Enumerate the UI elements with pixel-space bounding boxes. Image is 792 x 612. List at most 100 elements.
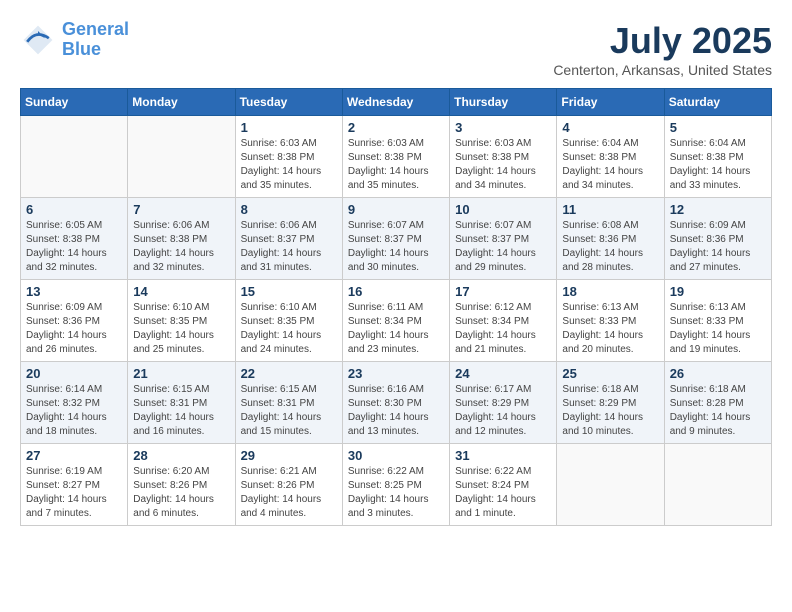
day-number: 15 [241,284,337,299]
table-row [557,444,664,526]
day-info: Sunrise: 6:15 AMSunset: 8:31 PMDaylight:… [241,383,337,439]
day-number: 13 [26,284,122,299]
day-info: Sunrise: 6:12 AMSunset: 8:34 PMDaylight:… [455,301,551,357]
table-row [128,116,235,198]
table-row: 9 Sunrise: 6:07 AMSunset: 8:37 PMDaylight… [342,198,449,280]
table-row: 20 Sunrise: 6:14 AMSunset: 8:32 PMDayligh… [21,362,128,444]
week-row-4: 20 Sunrise: 6:14 AMSunset: 8:32 PMDayligh… [21,362,772,444]
table-row: 16 Sunrise: 6:11 AMSunset: 8:34 PMDayligh… [342,280,449,362]
table-row: 24 Sunrise: 6:17 AMSunset: 8:29 PMDayligh… [450,362,557,444]
calendar: Sunday Monday Tuesday Wednesday Thursday… [20,88,772,526]
header-thursday: Thursday [450,89,557,116]
month-title: July 2025 [553,20,772,62]
day-number: 11 [562,202,658,217]
title-block: July 2025 Centerton, Arkansas, United St… [553,20,772,78]
day-number: 5 [670,120,766,135]
day-info: Sunrise: 6:04 AMSunset: 8:38 PMDaylight:… [562,137,658,193]
day-number: 25 [562,366,658,381]
day-info: Sunrise: 6:07 AMSunset: 8:37 PMDaylight:… [348,219,444,275]
day-info: Sunrise: 6:20 AMSunset: 8:26 PMDaylight:… [133,465,229,521]
day-info: Sunrise: 6:22 AMSunset: 8:24 PMDaylight:… [455,465,551,521]
day-number: 12 [670,202,766,217]
day-number: 22 [241,366,337,381]
day-info: Sunrise: 6:17 AMSunset: 8:29 PMDaylight:… [455,383,551,439]
table-row: 10Sunrise: 6:07 AMSunset: 8:37 PMDayligh… [450,198,557,280]
table-row: 23Sunrise: 6:16 AMSunset: 8:30 PMDayligh… [342,362,449,444]
day-number: 26 [670,366,766,381]
table-row: 4 Sunrise: 6:04 AMSunset: 8:38 PMDaylight… [557,116,664,198]
day-number: 27 [26,448,122,463]
location: Centerton, Arkansas, United States [553,62,772,78]
day-info: Sunrise: 6:13 AMSunset: 8:33 PMDaylight:… [670,301,766,357]
header-tuesday: Tuesday [235,89,342,116]
table-row: 28Sunrise: 6:20 AMSunset: 8:26 PMDayligh… [128,444,235,526]
header-saturday: Saturday [664,89,771,116]
day-info: Sunrise: 6:07 AMSunset: 8:37 PMDaylight:… [455,219,551,275]
table-row: 27 Sunrise: 6:19 AMSunset: 8:27 PMDayligh… [21,444,128,526]
header-monday: Monday [128,89,235,116]
day-info: Sunrise: 6:19 AMSunset: 8:27 PMDaylight:… [26,465,122,521]
week-row-3: 13 Sunrise: 6:09 AMSunset: 8:36 PMDayligh… [21,280,772,362]
day-info: Sunrise: 6:04 AMSunset: 8:38 PMDaylight:… [670,137,766,193]
day-info: Sunrise: 6:09 AMSunset: 8:36 PMDaylight:… [26,301,122,357]
day-number: 31 [455,448,551,463]
day-info: Sunrise: 6:03 AMSunset: 8:38 PMDaylight:… [455,137,551,193]
day-info: Sunrise: 6:21 AMSunset: 8:26 PMDaylight:… [241,465,337,521]
table-row: 8Sunrise: 6:06 AMSunset: 8:37 PMDaylight… [235,198,342,280]
table-row: 18 Sunrise: 6:13 AMSunset: 8:33 PMDayligh… [557,280,664,362]
table-row: 2Sunrise: 6:03 AMSunset: 8:38 PMDaylight… [342,116,449,198]
logo: General Blue [20,20,129,60]
day-number: 4 [562,120,658,135]
table-row: 21 Sunrise: 6:15 AMSunset: 8:31 PMDayligh… [128,362,235,444]
day-number: 20 [26,366,122,381]
header-wednesday: Wednesday [342,89,449,116]
day-number: 2 [348,120,444,135]
table-row: 26 Sunrise: 6:18 AMSunset: 8:28 PMDayligh… [664,362,771,444]
day-info: Sunrise: 6:11 AMSunset: 8:34 PMDaylight:… [348,301,444,357]
day-info: Sunrise: 6:09 AMSunset: 8:36 PMDaylight:… [670,219,766,275]
table-row: 14 Sunrise: 6:10 AMSunset: 8:35 PMDayligh… [128,280,235,362]
table-row: 19Sunrise: 6:13 AMSunset: 8:33 PMDayligh… [664,280,771,362]
day-number: 29 [241,448,337,463]
day-number: 8 [241,202,337,217]
day-number: 24 [455,366,551,381]
day-info: Sunrise: 6:10 AMSunset: 8:35 PMDaylight:… [241,301,337,357]
day-info: Sunrise: 6:05 AMSunset: 8:38 PMDaylight:… [26,219,122,275]
table-row: 12 Sunrise: 6:09 AMSunset: 8:36 PMDayligh… [664,198,771,280]
week-row-2: 6Sunrise: 6:05 AMSunset: 8:38 PMDaylight… [21,198,772,280]
table-row [664,444,771,526]
table-row: 17 Sunrise: 6:12 AMSunset: 8:34 PMDayligh… [450,280,557,362]
day-info: Sunrise: 6:13 AMSunset: 8:33 PMDaylight:… [562,301,658,357]
table-row: 3Sunrise: 6:03 AMSunset: 8:38 PMDaylight… [450,116,557,198]
day-info: Sunrise: 6:16 AMSunset: 8:30 PMDaylight:… [348,383,444,439]
day-number: 9 [348,202,444,217]
table-row [21,116,128,198]
day-number: 7 [133,202,229,217]
header-friday: Friday [557,89,664,116]
day-number: 16 [348,284,444,299]
table-row: 31 Sunrise: 6:22 AMSunset: 8:24 PMDayligh… [450,444,557,526]
day-info: Sunrise: 6:06 AMSunset: 8:38 PMDaylight:… [133,219,229,275]
day-number: 14 [133,284,229,299]
day-info: Sunrise: 6:15 AMSunset: 8:31 PMDaylight:… [133,383,229,439]
table-row: 22 Sunrise: 6:15 AMSunset: 8:31 PMDayligh… [235,362,342,444]
logo-icon [20,22,56,58]
page-header: General Blue July 2025 Centerton, Arkans… [20,20,772,78]
table-row: 11 Sunrise: 6:08 AMSunset: 8:36 PMDayligh… [557,198,664,280]
day-info: Sunrise: 6:10 AMSunset: 8:35 PMDaylight:… [133,301,229,357]
logo-text: General Blue [62,20,129,60]
day-info: Sunrise: 6:18 AMSunset: 8:28 PMDaylight:… [670,383,766,439]
day-number: 17 [455,284,551,299]
day-info: Sunrise: 6:08 AMSunset: 8:36 PMDaylight:… [562,219,658,275]
day-number: 1 [241,120,337,135]
table-row: 1Sunrise: 6:03 AMSunset: 8:38 PMDaylight… [235,116,342,198]
week-row-5: 27 Sunrise: 6:19 AMSunset: 8:27 PMDayligh… [21,444,772,526]
day-info: Sunrise: 6:14 AMSunset: 8:32 PMDaylight:… [26,383,122,439]
day-number: 18 [562,284,658,299]
table-row: 29 Sunrise: 6:21 AMSunset: 8:26 PMDayligh… [235,444,342,526]
day-info: Sunrise: 6:18 AMSunset: 8:29 PMDaylight:… [562,383,658,439]
table-row: 7 Sunrise: 6:06 AMSunset: 8:38 PMDaylight… [128,198,235,280]
table-row: 6Sunrise: 6:05 AMSunset: 8:38 PMDaylight… [21,198,128,280]
table-row: 30Sunrise: 6:22 AMSunset: 8:25 PMDayligh… [342,444,449,526]
day-number: 21 [133,366,229,381]
